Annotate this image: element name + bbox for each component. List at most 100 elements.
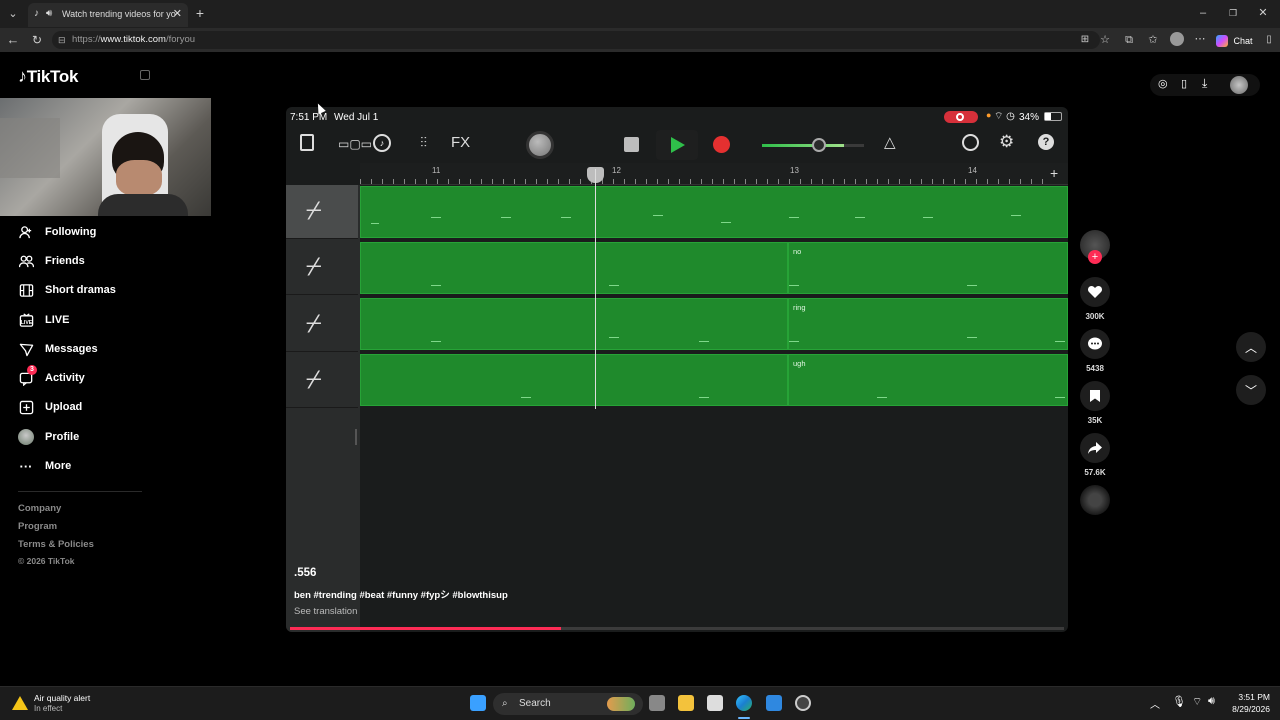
user-avatar[interactable] — [1230, 76, 1248, 94]
device-icon[interactable]: ▯ — [1181, 77, 1187, 90]
nav-activity[interactable]: 3 Activity — [18, 365, 85, 389]
start-icon[interactable] — [470, 695, 486, 711]
like-action[interactable]: 300K — [1080, 277, 1110, 321]
see-translation-link[interactable]: See translation — [294, 606, 508, 617]
previous-video-button[interactable]: ︿ — [1236, 332, 1266, 362]
nav-live[interactable]: LIVE LIVE — [18, 309, 69, 331]
share-icon[interactable] — [1080, 433, 1110, 463]
alert-subtitle: In effect — [34, 704, 63, 713]
settings-more-icon[interactable]: ⋯ — [1193, 32, 1207, 46]
extensions-icon[interactable]: ⧉ — [1122, 33, 1136, 47]
footer-company[interactable]: Company — [18, 503, 61, 514]
status-date: Wed Jul 1 — [334, 112, 379, 123]
url-field[interactable]: ⊟ https://www.tiktok.com/foryou — [52, 31, 1100, 49]
copilot-chat-button[interactable]: Chat — [1216, 32, 1253, 48]
ruler-bar-11: 11 — [432, 166, 441, 175]
ruler-ticks — [360, 179, 1050, 184]
nav-short-dramas[interactable]: Short dramas — [18, 279, 116, 301]
activity-icon: 3 — [18, 365, 37, 386]
region — [360, 354, 788, 406]
profile-avatar-browser[interactable] — [1170, 32, 1184, 46]
nav-profile[interactable]: Profile — [18, 426, 79, 448]
track-head-3: ⌿ — [286, 298, 358, 352]
tab-list-icon[interactable]: ⌄ — [6, 7, 20, 21]
video-author[interactable]: .556 — [294, 567, 508, 579]
app-icon[interactable] — [795, 695, 811, 711]
ipad-status-bar: 7:51 PM Wed Jul 1 ● ⌔ ◷ 34% — [286, 107, 1068, 127]
next-video-button[interactable]: ﹀ — [1236, 375, 1266, 405]
nav-messages[interactable]: Messages — [18, 338, 98, 360]
messages-icon — [18, 341, 34, 357]
footer-program[interactable]: Program — [18, 521, 57, 532]
microphone-icon[interactable]: 🎙︎ — [1172, 695, 1186, 708]
nav-more[interactable]: ··· More — [18, 455, 72, 477]
app-available-icon[interactable]: ⊞ — [1078, 33, 1092, 47]
fx-label: FX — [451, 134, 471, 151]
top-right-icon-bar: ◎ ▯ ⤓ — [1150, 74, 1260, 96]
refresh-icon[interactable]: ↻ — [30, 33, 44, 47]
url-domain: www.tiktok.com — [100, 34, 166, 45]
favorites-icon[interactable]: ✩ — [1146, 33, 1160, 47]
short-dramas-icon — [18, 282, 34, 298]
compass-icon[interactable]: ◎ — [1158, 77, 1168, 90]
nav-friends[interactable]: Friends — [18, 250, 85, 272]
music-disc-icon[interactable] — [1080, 485, 1110, 515]
video-info: .556 ben #trending #beat #funny #fypシ #b… — [294, 567, 508, 617]
loop-browser-icon: ♪ — [373, 134, 391, 152]
share-action[interactable]: 57.6K — [1080, 433, 1110, 477]
comment-action[interactable]: 5438 — [1080, 329, 1110, 373]
more-icon: ··· — [19, 458, 33, 474]
ruler-bar-14: 14 — [968, 166, 977, 175]
nav-label: Friends — [45, 255, 85, 267]
new-tab-icon[interactable]: + — [193, 6, 207, 20]
volume-icon[interactable]: 🔊︎ — [1208, 695, 1215, 708]
audio-playing-icon[interactable]: 🔊︎ — [46, 3, 52, 25]
timeline-ruler: 11 12 13 14 + — [360, 163, 1068, 185]
nav-following[interactable]: Following — [18, 221, 96, 243]
restore-icon[interactable]: ❐ — [1226, 6, 1240, 20]
window-close-icon[interactable]: ✕ — [1256, 6, 1270, 20]
footer-terms[interactable]: Terms & Policies — [18, 539, 94, 550]
svg-text:LIVE: LIVE — [20, 319, 32, 325]
video-player[interactable]: 7:51 PM Wed Jul 1 ● ⌔ ◷ 34% ▭▢▭ ♪ ⫶⫶ FX … — [286, 107, 1068, 632]
upload-icon — [18, 399, 34, 415]
nav-upload[interactable]: Upload — [18, 396, 82, 418]
tiktok-logo[interactable]: ♪TikTok — [18, 66, 78, 87]
favorite-star-icon[interactable]: ☆ — [1098, 33, 1112, 47]
download-icon[interactable]: ⤓ — [1202, 76, 1207, 91]
region-label: ring — [793, 303, 806, 312]
document-icon — [300, 134, 314, 151]
taskbar-search[interactable]: ⌕ Search — [493, 693, 643, 715]
clock[interactable]: 3:51 PM 8/29/2026 — [1224, 692, 1270, 714]
collapse-sidebar-icon[interactable] — [140, 70, 150, 80]
creator-avatar-action[interactable]: + — [1080, 230, 1110, 264]
tab-close-icon[interactable]: ✕ — [173, 3, 182, 25]
region-labeled: no — [788, 242, 1068, 294]
edge-icon[interactable] — [736, 695, 752, 711]
back-icon[interactable]: ← — [6, 33, 20, 47]
nav-label: Profile — [45, 431, 80, 443]
show-hidden-icons[interactable]: ︿ — [1150, 696, 1160, 711]
nav-label: LIVE — [45, 314, 70, 326]
sidebar-toggle-icon[interactable]: ▯ — [1262, 33, 1276, 47]
site-info-icon[interactable]: ⊟ — [58, 31, 66, 49]
follow-plus-icon[interactable]: + — [1088, 250, 1102, 264]
file-explorer-icon[interactable] — [678, 695, 694, 711]
wifi-tray-icon[interactable]: ⌔ — [1192, 695, 1202, 709]
keyboard-instrument-icon: ⌿ — [306, 364, 322, 394]
task-view-icon[interactable] — [649, 695, 665, 711]
video-progress-bar[interactable] — [290, 627, 1064, 630]
browser-tab[interactable]: ♪ 🔊︎ Watch trending videos for yo ✕ — [28, 3, 188, 27]
region-labeled: ring — [788, 298, 1068, 350]
music-disc-action[interactable] — [1080, 485, 1110, 515]
store-icon[interactable] — [707, 695, 723, 711]
heart-icon[interactable] — [1080, 277, 1110, 307]
comment-icon[interactable] — [1080, 329, 1110, 359]
minimize-icon[interactable]: – — [1196, 6, 1210, 20]
save-action[interactable]: 35K — [1080, 381, 1110, 425]
webcam-overlay — [0, 98, 211, 216]
tab-title: Watch trending videos for yo — [62, 9, 176, 19]
mail-icon[interactable] — [766, 695, 782, 711]
background-shelf — [0, 118, 60, 178]
bookmark-icon[interactable] — [1080, 381, 1110, 411]
